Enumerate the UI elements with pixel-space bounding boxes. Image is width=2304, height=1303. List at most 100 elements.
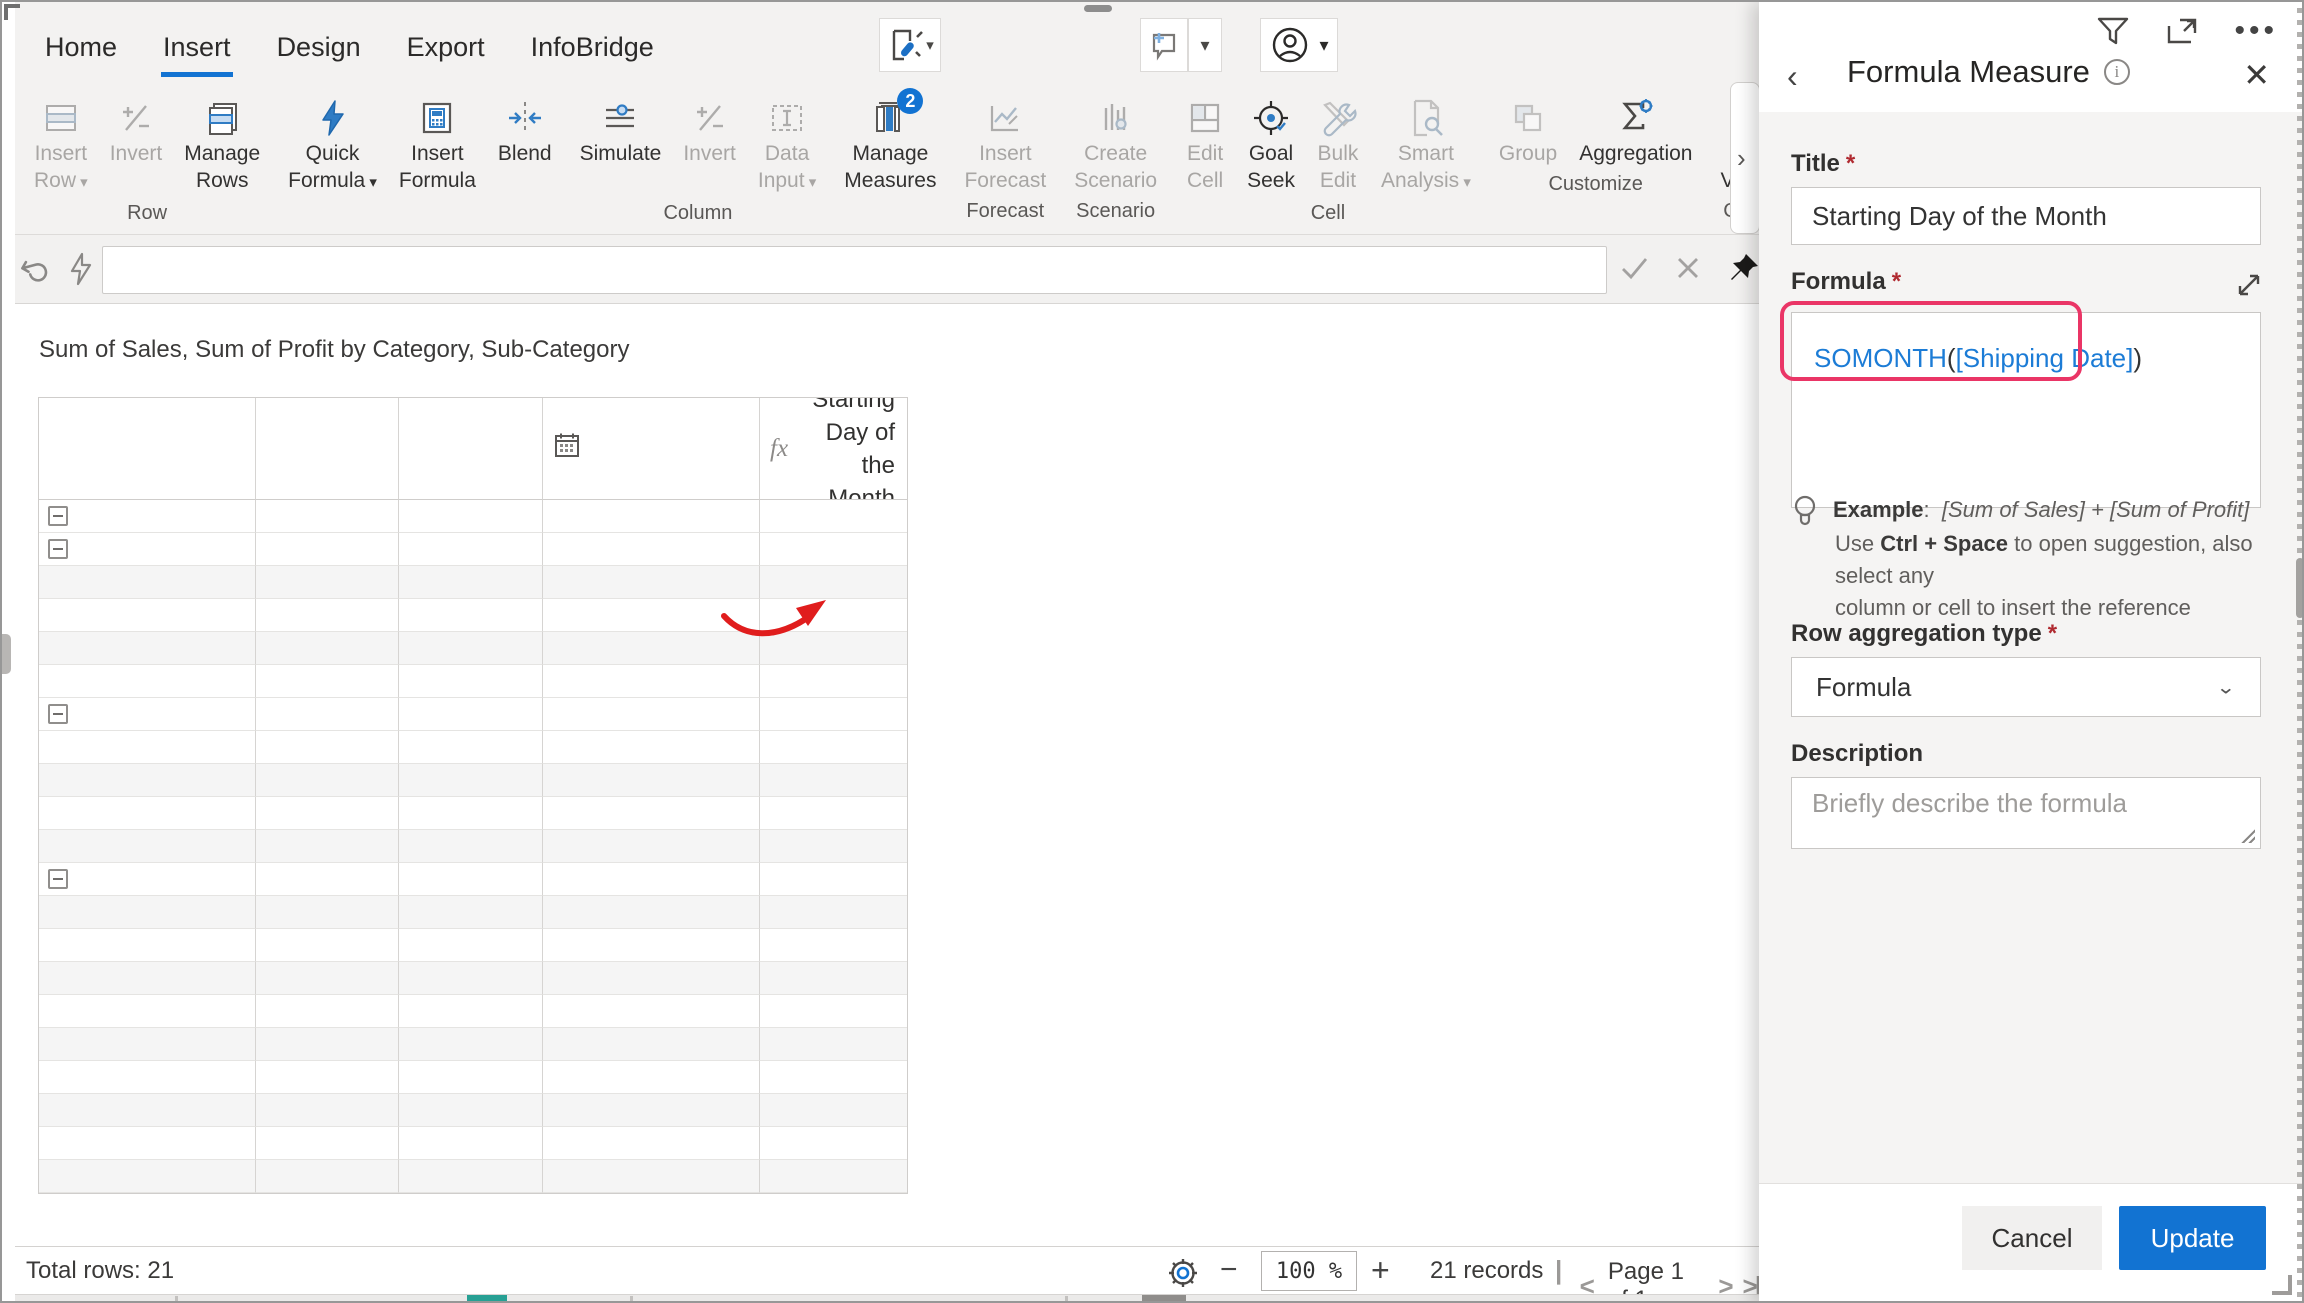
formula-input[interactable] xyxy=(102,246,1607,294)
profit-cell[interactable] xyxy=(399,896,543,929)
data-input-button[interactable]: DataInput ▾ xyxy=(747,92,827,200)
column-header-category[interactable] xyxy=(39,398,256,500)
profit-cell[interactable] xyxy=(399,665,543,698)
row-name-cell[interactable] xyxy=(39,632,256,665)
starting-day-cell[interactable] xyxy=(760,665,907,698)
profit-cell[interactable] xyxy=(399,533,543,566)
row-name-cell[interactable] xyxy=(39,962,256,995)
shipping-date-cell[interactable] xyxy=(543,1127,760,1160)
close-icon[interactable]: ✕ xyxy=(2243,56,2270,94)
settings-gear-icon[interactable] xyxy=(1165,1255,1201,1298)
create-scenario-button[interactable]: CreateScenario xyxy=(1063,92,1168,198)
row-name-cell[interactable] xyxy=(39,665,256,698)
sales-cell[interactable] xyxy=(256,1094,399,1127)
description-textarea[interactable]: Briefly describe the formula xyxy=(1791,777,2261,849)
shipping-date-cell[interactable] xyxy=(543,764,760,797)
sales-cell[interactable] xyxy=(256,797,399,830)
profit-cell[interactable] xyxy=(399,863,543,896)
starting-day-cell[interactable] xyxy=(760,896,907,929)
shipping-date-cell[interactable] xyxy=(543,731,760,764)
pin-icon[interactable] xyxy=(1726,250,1762,291)
tab-export[interactable]: Export xyxy=(405,14,487,81)
panel-scroll-thumb[interactable] xyxy=(2296,558,2304,618)
profit-cell[interactable] xyxy=(399,830,543,863)
sales-cell[interactable] xyxy=(256,764,399,797)
shipping-date-cell[interactable] xyxy=(543,500,760,533)
edit-mode-button[interactable]: ▾ xyxy=(879,18,941,72)
sales-cell[interactable] xyxy=(256,830,399,863)
column-header-starting-day[interactable]: fxStartingDay of theMonth xyxy=(760,398,907,500)
profit-cell[interactable] xyxy=(399,599,543,632)
starting-day-cell[interactable] xyxy=(760,830,907,863)
comment-options-button[interactable]: ▾ xyxy=(1188,18,1222,72)
scroll-thumb[interactable] xyxy=(1142,1295,1186,1303)
profit-cell[interactable] xyxy=(399,1028,543,1061)
profit-cell[interactable] xyxy=(399,500,543,533)
column-header-shipping-date[interactable] xyxy=(543,398,760,500)
sales-cell[interactable] xyxy=(256,698,399,731)
starting-day-cell[interactable] xyxy=(760,764,907,797)
profit-cell[interactable] xyxy=(399,698,543,731)
starting-day-cell[interactable] xyxy=(760,797,907,830)
collapse-icon[interactable] xyxy=(48,704,68,724)
profit-cell[interactable] xyxy=(399,632,543,665)
sales-cell[interactable] xyxy=(256,1028,399,1061)
sales-cell[interactable] xyxy=(256,962,399,995)
profit-cell[interactable] xyxy=(399,1160,543,1193)
aggregation-type-select[interactable]: Formula ⌄ xyxy=(1791,657,2261,717)
starting-day-cell[interactable] xyxy=(760,1028,907,1061)
row-name-cell[interactable] xyxy=(39,731,256,764)
left-splitter-handle[interactable] xyxy=(2,634,11,674)
account-button[interactable]: ▾ xyxy=(1260,18,1338,72)
row-name-cell[interactable] xyxy=(39,533,256,566)
starting-day-cell[interactable] xyxy=(760,1061,907,1094)
shipping-date-cell[interactable] xyxy=(543,962,760,995)
row-name-cell[interactable] xyxy=(39,1160,256,1193)
profit-cell[interactable] xyxy=(399,1061,543,1094)
insert-row-button[interactable]: InsertRow ▾ xyxy=(23,92,99,200)
row-name-cell[interactable] xyxy=(39,830,256,863)
row-name-cell[interactable] xyxy=(39,599,256,632)
cancel-button[interactable]: Cancel xyxy=(1962,1206,2102,1270)
sales-cell[interactable] xyxy=(256,896,399,929)
profit-cell[interactable] xyxy=(399,929,543,962)
formula-expand-icon[interactable] xyxy=(2234,270,2264,305)
simulate-button[interactable]: Simulate xyxy=(569,92,673,171)
sales-cell[interactable] xyxy=(256,929,399,962)
starting-day-cell[interactable] xyxy=(760,1127,907,1160)
row-name-cell[interactable] xyxy=(39,1127,256,1160)
cancel-edit-icon[interactable] xyxy=(1672,252,1704,289)
profit-cell[interactable] xyxy=(399,566,543,599)
column-header-profit[interactable] xyxy=(399,398,543,500)
starting-day-cell[interactable] xyxy=(760,863,907,896)
shipping-date-cell[interactable] xyxy=(543,1061,760,1094)
filter-icon[interactable] xyxy=(2096,16,2130,46)
row-name-cell[interactable] xyxy=(39,929,256,962)
row-name-cell[interactable] xyxy=(39,896,256,929)
row-name-cell[interactable] xyxy=(39,500,256,533)
tab-insert[interactable]: Insert xyxy=(161,14,233,81)
info-icon[interactable]: i xyxy=(2104,59,2130,85)
profit-cell[interactable] xyxy=(399,995,543,1028)
starting-day-cell[interactable] xyxy=(760,995,907,1028)
shipping-date-cell[interactable] xyxy=(543,929,760,962)
starting-day-cell[interactable] xyxy=(760,500,907,533)
shipping-date-cell[interactable] xyxy=(543,698,760,731)
confirm-icon[interactable] xyxy=(1616,250,1652,291)
horizontal-scrollbar[interactable] xyxy=(15,1294,1759,1303)
zoom-in-button[interactable]: + xyxy=(1371,1252,1390,1289)
shipping-date-cell[interactable] xyxy=(543,863,760,896)
add-comment-button[interactable] xyxy=(1140,18,1188,72)
tab-home[interactable]: Home xyxy=(43,14,119,81)
group-button[interactable]: Group xyxy=(1488,92,1568,171)
starting-day-cell[interactable] xyxy=(760,1094,907,1127)
starting-day-cell[interactable] xyxy=(760,731,907,764)
starting-day-cell[interactable] xyxy=(760,929,907,962)
row-name-cell[interactable] xyxy=(39,698,256,731)
row-name-cell[interactable] xyxy=(39,566,256,599)
ribbon-expand-button[interactable]: › xyxy=(1730,82,1760,234)
smart-analysis-button[interactable]: SmartAnalysis ▾ xyxy=(1370,92,1482,200)
zoom-level-value[interactable]: 100 % xyxy=(1261,1251,1357,1291)
manage-rows-button[interactable]: ManageRows xyxy=(173,92,271,198)
tab-infobridge[interactable]: InfoBridge xyxy=(529,14,656,81)
